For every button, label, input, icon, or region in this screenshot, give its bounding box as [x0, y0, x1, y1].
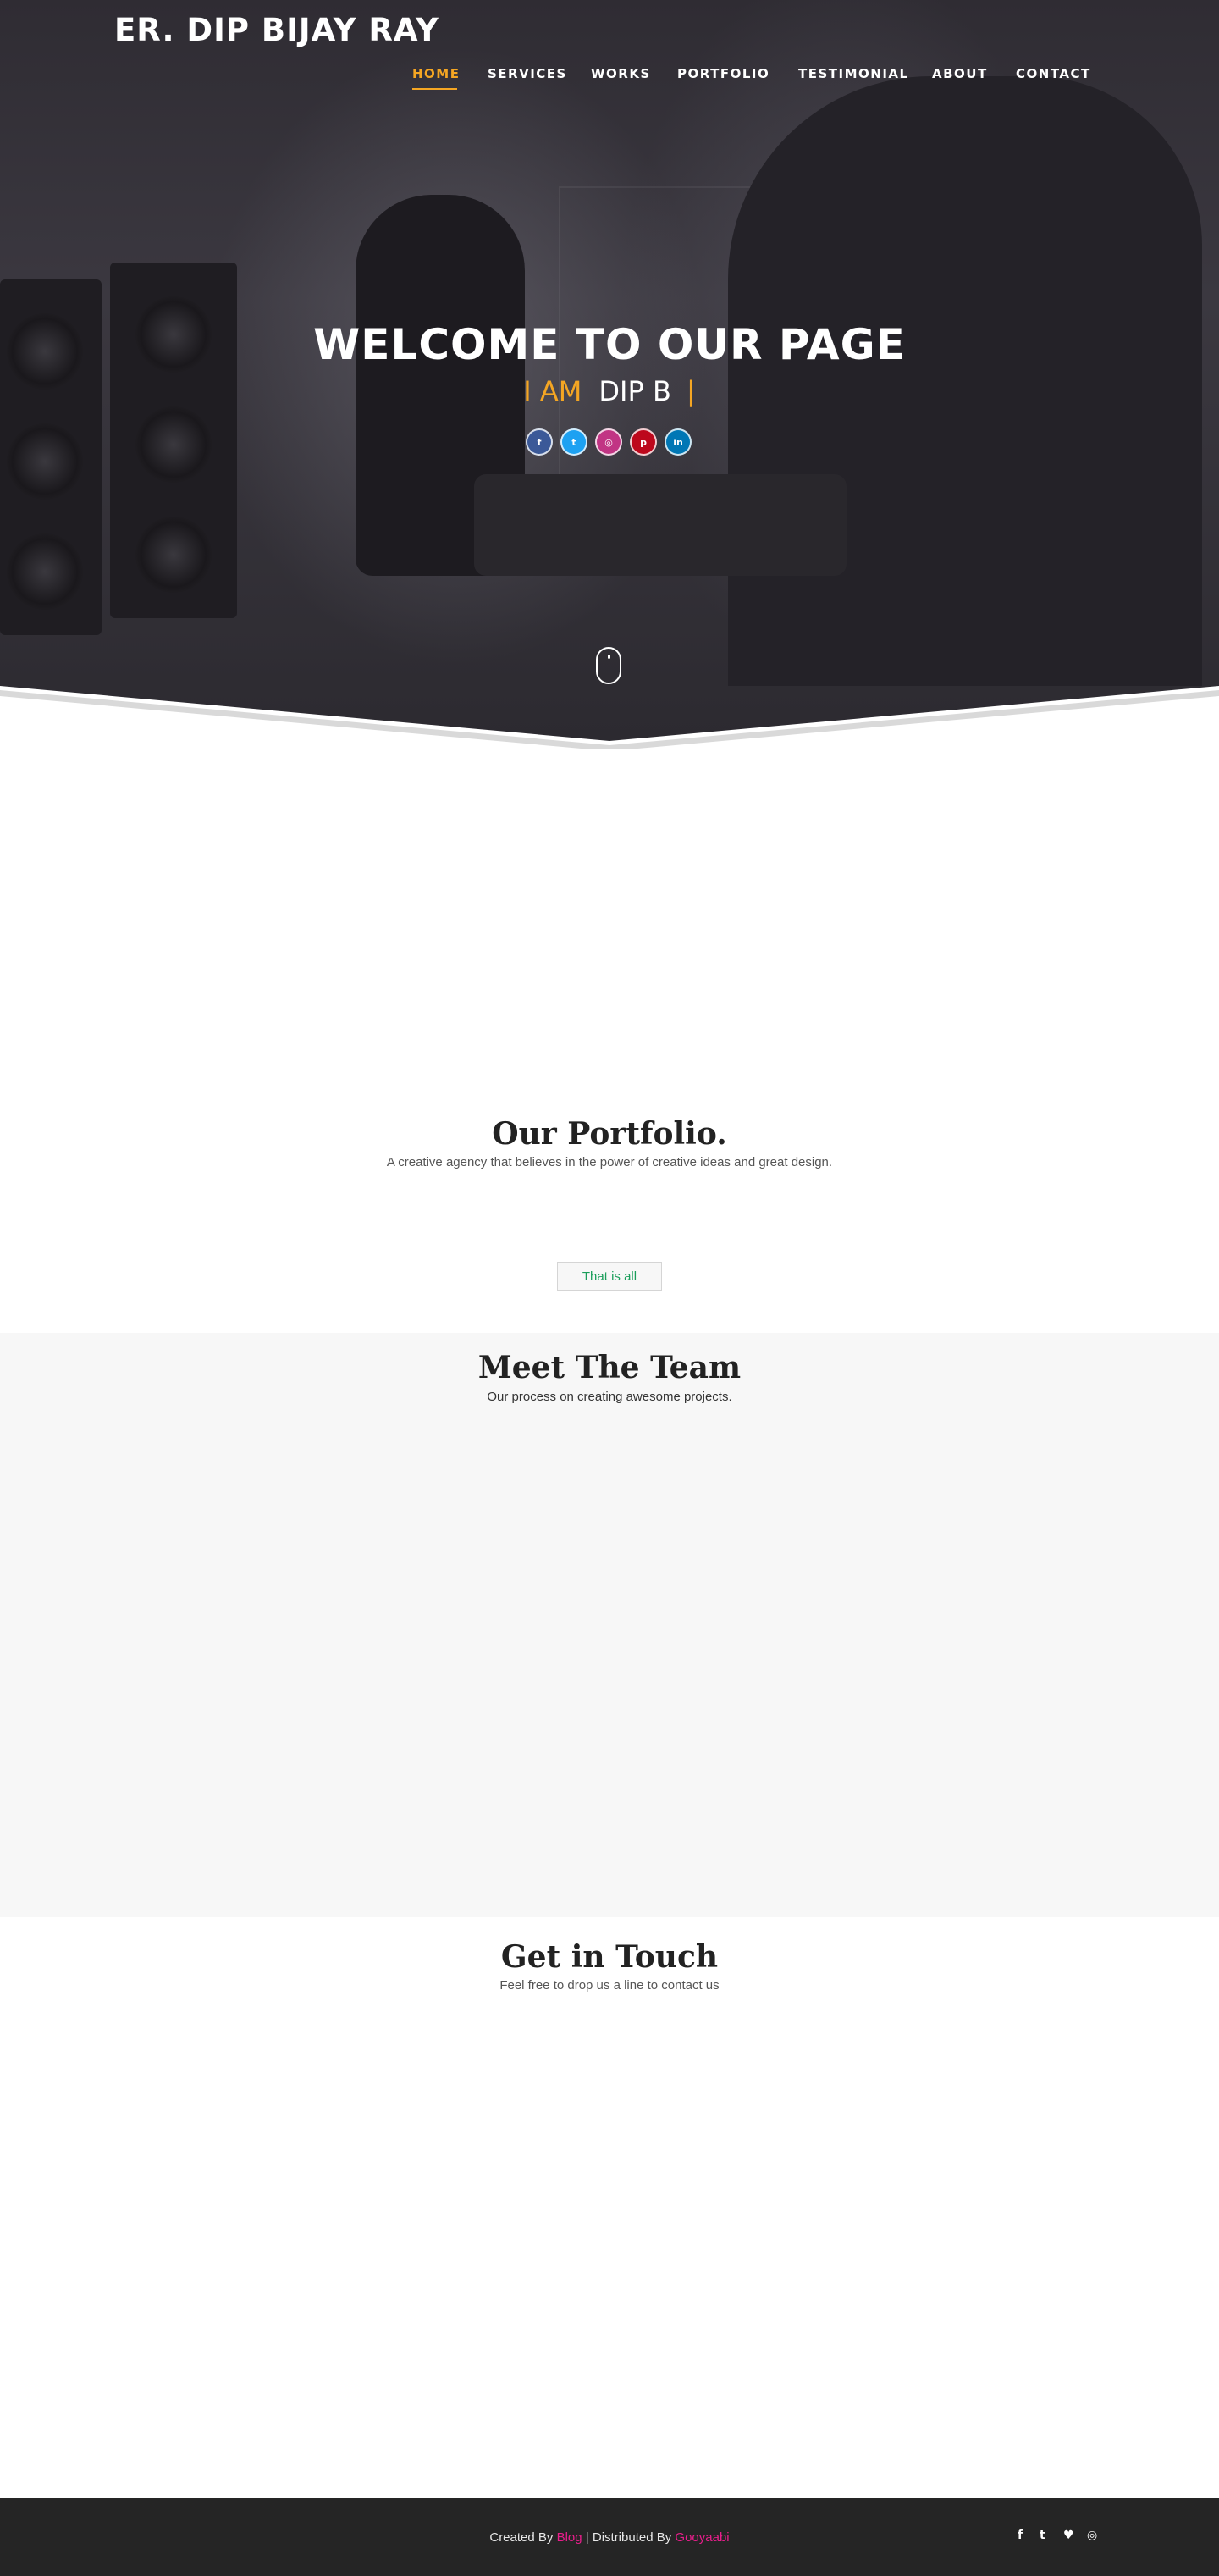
facebook-icon[interactable]: f	[1018, 2529, 1023, 2542]
hero-prefix: I AM	[523, 375, 582, 407]
speaker-right-decor	[110, 263, 237, 618]
team-section	[0, 1333, 1219, 1917]
nav-item-testimonial[interactable]: TESTIMONIAL	[798, 66, 909, 81]
nav-item-contact[interactable]: CONTACT	[1016, 66, 1091, 81]
heart-icon[interactable]: ♥	[1063, 2529, 1074, 2542]
hero-typed-line: I AM DIP B |	[0, 375, 1219, 407]
mouse-scroll-icon[interactable]	[596, 647, 621, 684]
nav-item-portfolio[interactable]: PORTFOLIO	[677, 66, 769, 81]
that-is-all-button[interactable]: That is all	[557, 1262, 662, 1291]
typing-cursor: |	[686, 375, 696, 407]
portfolio-subtitle: A creative agency that believes in the p…	[386, 1155, 833, 1169]
instagram-icon[interactable]: ◎	[595, 428, 622, 456]
created-by-label: Created By	[489, 2530, 554, 2545]
contact-subtitle: Feel free to drop us a line to contact u…	[499, 1978, 720, 1993]
hero-section: ER. DIP BIJAY RAY HOME SERVICES WORKS PO…	[0, 0, 1219, 741]
nav-item-home[interactable]: HOME	[412, 66, 460, 81]
pinterest-icon[interactable]: p	[630, 428, 657, 456]
instagram-icon[interactable]: ◎	[1087, 2529, 1097, 2542]
team-title: Meet The Team	[477, 1350, 742, 1385]
portfolio-title: Our Portfolio.	[492, 1116, 727, 1152]
hero-name: DIP B	[598, 375, 671, 407]
distributed-by-label: Distributed By	[592, 2530, 672, 2545]
nav-item-about[interactable]: ABOUT	[932, 66, 988, 81]
footer-separator: |	[585, 2530, 589, 2545]
linkedin-icon[interactable]: in	[665, 428, 692, 456]
facebook-icon[interactable]: f	[526, 428, 553, 456]
nav-item-works[interactable]: WORKS	[591, 66, 651, 81]
nav-item-services[interactable]: SERVICES	[488, 66, 567, 81]
distributor-link[interactable]: Gooyaabi	[675, 2530, 729, 2545]
main-nav: HOME SERVICES WORKS PORTFOLIO TESTIMONIA…	[0, 66, 1219, 86]
site-logo[interactable]: ER. DIP BIJAY RAY	[114, 12, 439, 48]
footer: Created By Blog | Distributed By Gooyaab…	[0, 2498, 1219, 2576]
twitter-icon[interactable]: t	[560, 428, 587, 456]
team-subtitle: Our process on creating awesome projects…	[487, 1390, 732, 1404]
twitter-icon[interactable]: t	[1040, 2529, 1045, 2542]
hero-title: WELCOME TO OUR PAGE	[313, 320, 906, 369]
contact-title: Get in Touch	[500, 1939, 719, 1975]
footer-credits: Created By Blog | Distributed By Gooyaab…	[0, 2530, 1219, 2545]
blog-link[interactable]: Blog	[557, 2530, 582, 2545]
nav-active-indicator	[412, 88, 457, 90]
sofa-decor	[474, 474, 847, 576]
